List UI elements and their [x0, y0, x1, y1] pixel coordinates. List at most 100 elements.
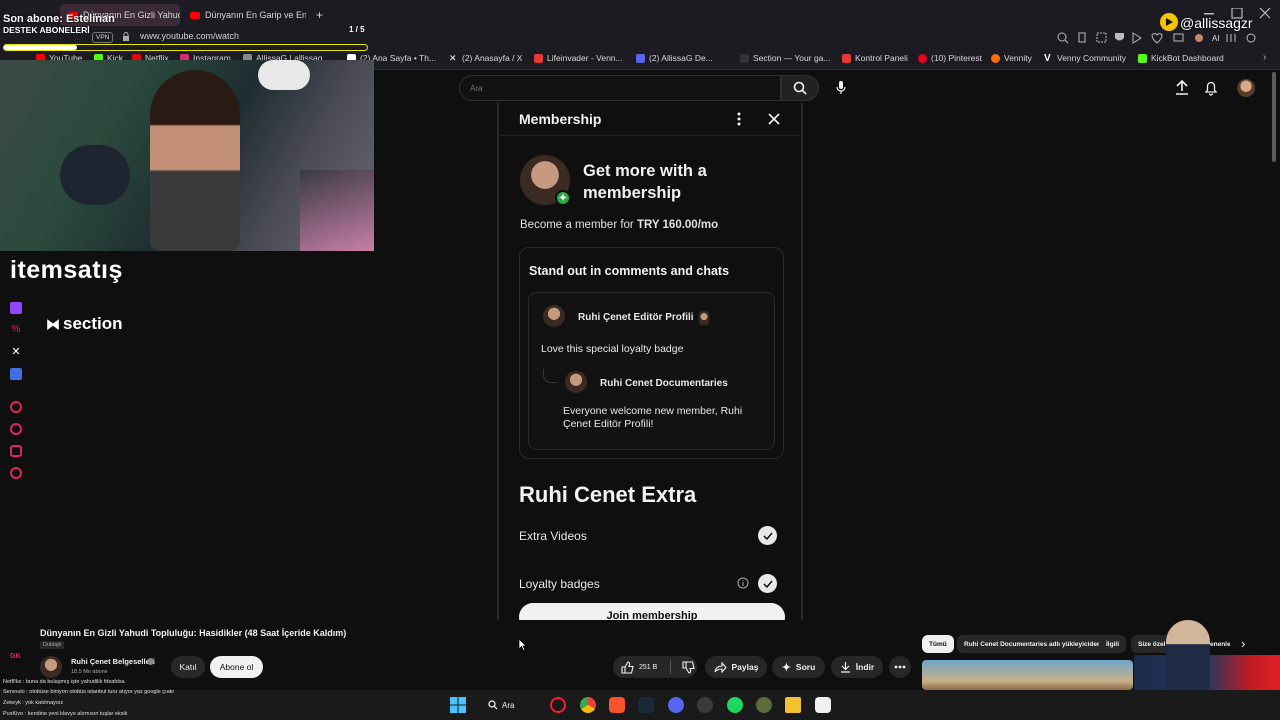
browser-extension-icons[interactable]: AI	[1057, 32, 1257, 44]
discord-icon[interactable]	[668, 697, 684, 713]
brave-icon[interactable]	[609, 697, 625, 713]
bookmarks-overflow-icon[interactable]: ›	[1263, 52, 1266, 63]
hero-title: Get more with a membership	[583, 162, 707, 202]
comment-text: Love this special loyalty badge	[541, 343, 684, 355]
url-text[interactable]: www.youtube.com/watch	[140, 31, 239, 41]
bookmark-section[interactable]: Section — Your ga...	[740, 53, 831, 63]
ask-button[interactable]: ✦ Soru	[772, 656, 825, 678]
join-membership-button[interactable]: Join membership	[519, 603, 785, 620]
spotify-icon[interactable]	[727, 697, 743, 713]
search-icon	[793, 81, 807, 95]
perk-extra-videos: Extra Videos	[519, 529, 587, 543]
price-value: TRY 160.00/mo	[636, 219, 719, 231]
clock-icon	[10, 423, 22, 435]
chip-related[interactable]: İlgili	[1099, 635, 1126, 653]
sub-goal-progress-bar	[3, 44, 368, 51]
browser-tab[interactable]: Dünyanın En Garip ve En G	[182, 4, 306, 26]
app-icon[interactable]	[756, 697, 772, 713]
chip-all[interactable]: Tümü	[922, 635, 954, 653]
bookmark-vennity[interactable]: Vennity	[991, 53, 1032, 63]
channel-avatar[interactable]	[40, 656, 62, 678]
info-icon[interactable]	[737, 577, 749, 589]
perk-loyalty-badges: Loyalty badges	[519, 577, 600, 591]
panel-title: Membership	[519, 111, 602, 127]
comment-avatar	[543, 305, 565, 327]
lock-icon	[123, 32, 129, 41]
chrome-icon[interactable]	[580, 697, 596, 713]
bookmark-pinterest[interactable]: (10) Pinterest	[918, 53, 982, 63]
page-scrollbar[interactable]	[1272, 72, 1276, 162]
join-button[interactable]: Katıl	[171, 656, 205, 678]
share-button[interactable]: Paylaş	[705, 656, 767, 678]
bookmark-kickbot[interactable]: KickBot Dashboard	[1138, 53, 1224, 63]
chat-message: Netfl!ks : buna da bulaşmış işte yahudil…	[3, 679, 125, 685]
check-icon	[758, 574, 777, 593]
bookmark-venny-community[interactable]: V Venny Community	[1044, 53, 1126, 63]
price-prefix: Become a member for	[520, 219, 637, 231]
steam-icon[interactable]	[638, 697, 654, 713]
voice-search-button[interactable]	[831, 78, 851, 98]
sub-goal-count: 1 / 5	[349, 25, 365, 34]
streamer-handle: @allissagzr	[1180, 15, 1253, 31]
chat-message: Servoulo : otobüse biniyon otobüs istanb…	[3, 689, 175, 695]
plush-toys	[60, 145, 130, 205]
streamer-silhouette	[150, 70, 240, 251]
file-explorer-icon[interactable]	[785, 697, 801, 713]
sparkle-icon: ✦	[781, 661, 791, 674]
app-icon[interactable]	[697, 697, 713, 713]
mouse-cursor-icon	[518, 638, 527, 651]
sub-goal-label: DESTEK ABONELERİ	[3, 25, 90, 35]
chip-channel[interactable]: Ruhi Cenet Documentaries adlı yükleyicid…	[957, 635, 1108, 653]
notifications-bell-icon[interactable]	[1204, 80, 1218, 96]
bookmark-discord[interactable]: (2) AllissaG De...	[636, 53, 713, 63]
share-icon	[713, 661, 727, 673]
gk-label: GK	[10, 653, 21, 660]
bookmark-lifeinvader[interactable]: Lifeinvader - Venn...	[534, 53, 623, 63]
app-icon	[10, 368, 22, 380]
search-button[interactable]	[781, 75, 819, 101]
channel-name[interactable]: Ruhi Çenet Belgeselleri	[71, 657, 155, 666]
taskbar-search[interactable]: Ara	[488, 697, 538, 713]
like-count: 251 B	[639, 663, 658, 671]
portrait-overlay-image	[1166, 620, 1210, 690]
capcut-icon[interactable]	[815, 697, 831, 713]
account-avatar[interactable]	[1237, 79, 1255, 97]
x-icon: ✕	[11, 346, 21, 358]
close-icon[interactable]	[768, 113, 780, 125]
play-icon	[1160, 13, 1178, 31]
panel-icon	[842, 53, 851, 63]
perk-card-comments: Stand out in comments and chats Ruhi Çen…	[519, 247, 784, 459]
price-line: Become a member for TRY 160.00/mo	[520, 219, 718, 231]
dislike-icon[interactable]	[682, 660, 695, 674]
pinterest-icon	[918, 53, 927, 63]
percent-icon: %	[11, 324, 21, 335]
perk-card-title: Stand out in comments and chats	[529, 264, 730, 278]
recommended-video-thumbnail[interactable]	[922, 660, 1133, 690]
upload-icon[interactable]	[1175, 80, 1189, 96]
like-icon[interactable]	[621, 660, 634, 674]
v-icon: V	[1044, 52, 1051, 64]
bookmark-x[interactable]: ✕ (2) Anasayfa / X	[449, 53, 522, 63]
download-button[interactable]: İndir	[831, 656, 883, 678]
discord-icon	[636, 53, 645, 63]
opera-gx-icon[interactable]	[550, 697, 566, 713]
more-options-icon[interactable]	[737, 112, 741, 126]
reply-avatar	[565, 371, 587, 393]
twitch-icon	[10, 302, 22, 314]
chair	[300, 170, 374, 251]
reply-author: Ruhi Cenet Documentaries	[600, 378, 728, 389]
vpn-badge[interactable]: VPN	[92, 32, 114, 43]
membership-panel-header: Membership	[499, 103, 801, 136]
last-subscriber-label: Son abone: Estelinan	[3, 13, 115, 25]
check-icon	[758, 526, 777, 545]
chip-for-you[interactable]: Size özel	[1131, 635, 1171, 653]
windows-start-icon[interactable]	[450, 697, 466, 713]
more-actions-button[interactable]	[889, 656, 911, 678]
search-input[interactable]: Ara	[459, 75, 781, 101]
chips-next-icon[interactable]: ›	[1241, 636, 1245, 651]
sponsor-section-logo: ⧓ section	[46, 314, 123, 333]
comment-author: Ruhi Çenet Editör Profili	[578, 312, 694, 323]
new-tab-button[interactable]: +	[308, 4, 328, 26]
subscribe-button[interactable]: Abone ol	[210, 656, 263, 678]
bookmark-kontrol-paneli[interactable]: Kontrol Paneli	[842, 53, 908, 63]
